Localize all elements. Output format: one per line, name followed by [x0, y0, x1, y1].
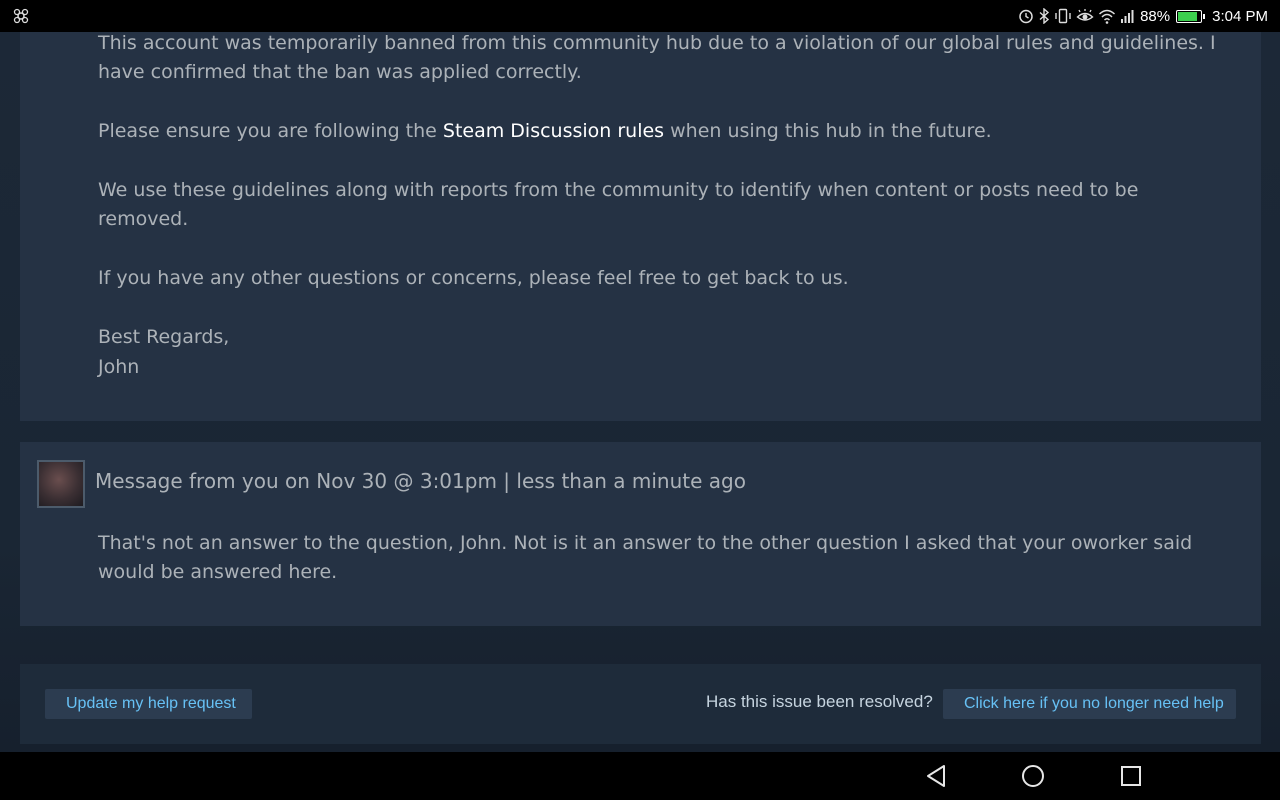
vibrate-icon	[1054, 8, 1072, 24]
reply-paragraph-2-text-before: Please ensure you are following the	[98, 120, 443, 142]
reply-paragraph-2: Please ensure you are following the Stea…	[98, 117, 1228, 146]
no-longer-need-help-button[interactable]: Click here if you no longer need help	[943, 689, 1236, 719]
eye-comfort-icon	[1076, 8, 1094, 24]
bluetooth-icon	[1038, 8, 1050, 24]
ticket-footer: Update my help request Has this issue be…	[20, 664, 1261, 744]
status-right: 88% 3:04 PM	[1018, 8, 1268, 25]
update-help-request-button[interactable]: Update my help request	[45, 689, 252, 719]
battery-percent: 88%	[1140, 7, 1171, 25]
reply-paragraph-1: This account was temporarily banned from…	[98, 32, 1216, 83]
battery-fill	[1178, 11, 1198, 21]
reply-closing: Best Regards,	[98, 326, 230, 348]
avatar[interactable]	[37, 460, 85, 508]
reply-signature: John	[98, 356, 140, 378]
wifi-icon	[1098, 8, 1116, 24]
app-notification-icon	[12, 7, 30, 25]
alarm-icon	[1018, 8, 1034, 24]
reply-paragraph-4: If you have any other questions or conce…	[98, 267, 849, 289]
support-ticket-page: This account was temporarily banned from…	[0, 32, 1280, 752]
resolved-question-label: Has this issue been resolved?	[706, 692, 933, 711]
recents-icon[interactable]	[1119, 764, 1143, 788]
message-header: Message from you on Nov 30 @ 3:01pm | le…	[95, 469, 746, 493]
steam-discussion-rules-link[interactable]: Steam Discussion rules	[443, 120, 664, 142]
message-body: That's not an answer to the question, Jo…	[98, 532, 1193, 583]
support-reply-panel: This account was temporarily banned from…	[20, 32, 1261, 421]
back-icon[interactable]	[924, 764, 948, 788]
user-message-panel: Message from you on Nov 30 @ 3:01pm | le…	[20, 442, 1261, 626]
navigation-bar	[0, 752, 1280, 800]
home-icon[interactable]	[1021, 764, 1045, 788]
signal-icon	[1120, 8, 1136, 24]
battery-icon	[1176, 9, 1206, 23]
reply-paragraph-2-text-after: when using this hub in the future.	[664, 120, 992, 142]
status-left	[12, 7, 30, 25]
reply-paragraph-3: We use these guidelines along with repor…	[98, 179, 1139, 230]
clock: 3:04 PM	[1212, 7, 1268, 25]
status-bar: 88% 3:04 PM	[0, 0, 1280, 32]
